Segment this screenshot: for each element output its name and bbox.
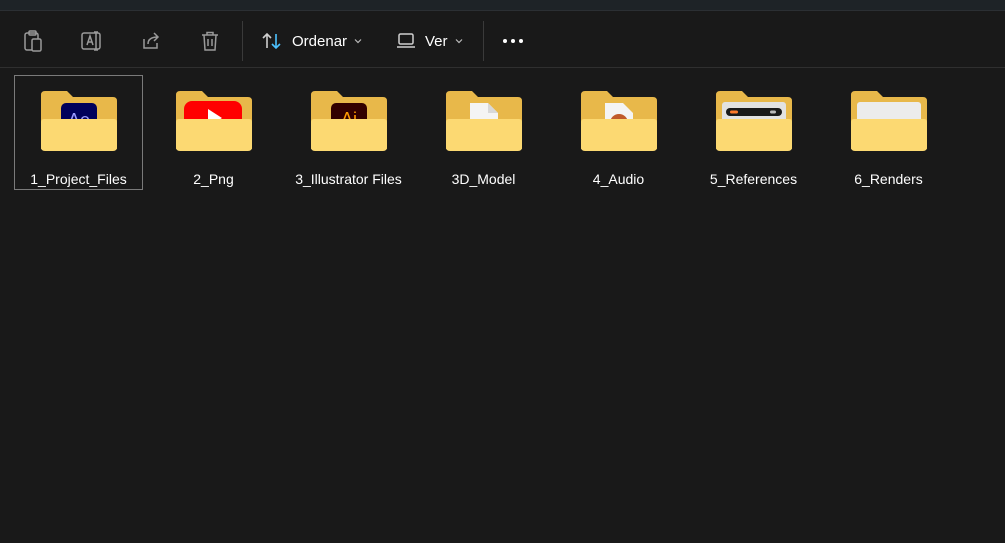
sort-button[interactable]: Ordenar [261,27,362,55]
rename-button[interactable] [78,27,106,55]
toolbar-separator [242,21,243,61]
more-horizontal-icon [503,39,523,43]
clipboard-icon [24,30,42,52]
folder-icon: Ai [311,91,387,151]
folder-name: 4_Audio [592,171,645,187]
title-strip [0,0,1005,11]
folder-icon [176,91,252,151]
folder-icon [446,91,522,151]
folder-name: 5_References [709,171,798,187]
view-button[interactable]: Ver [396,27,463,55]
more-options-button[interactable] [500,27,526,55]
rename-icon [81,31,101,51]
folder-item[interactable]: 5_References [689,75,818,190]
folder-name: 2_Png [193,171,234,187]
command-bar: Ordenar Ver [0,11,1005,68]
folder-icon: Ae [41,91,117,151]
folder-item[interactable]: 2_Png [149,75,278,190]
chevron-down-icon [455,39,462,44]
folder-icon [581,91,657,151]
folder-item[interactable]: 4_Audio [554,75,683,190]
folder-icon [851,91,927,151]
trash-icon [202,31,218,51]
folder-item[interactable]: 3D_Model [419,75,548,190]
toolbar-separator [483,21,484,61]
chevron-down-icon [354,39,362,44]
folder-icon [716,91,792,151]
view-icon [397,33,415,48]
folder-name: 3_Illustrator Files [295,171,402,187]
folder-name: 3D_Model [451,171,516,187]
sort-icon [262,32,281,50]
folder-name: 6_Renders [854,171,923,187]
delete-button[interactable] [197,27,223,55]
paste-button[interactable] [20,27,46,55]
folder-name: 1_Project_Files [30,171,127,187]
share-button[interactable] [138,27,164,55]
sort-label: Ordenar [292,32,348,50]
folder-item[interactable]: Ai 3_Illustrator Files [284,75,413,190]
folder-item[interactable]: Ae 1_Project_Files [14,75,143,190]
view-label: Ver [425,32,448,50]
folder-item[interactable]: 6_Renders [824,75,953,190]
share-icon [143,32,160,49]
